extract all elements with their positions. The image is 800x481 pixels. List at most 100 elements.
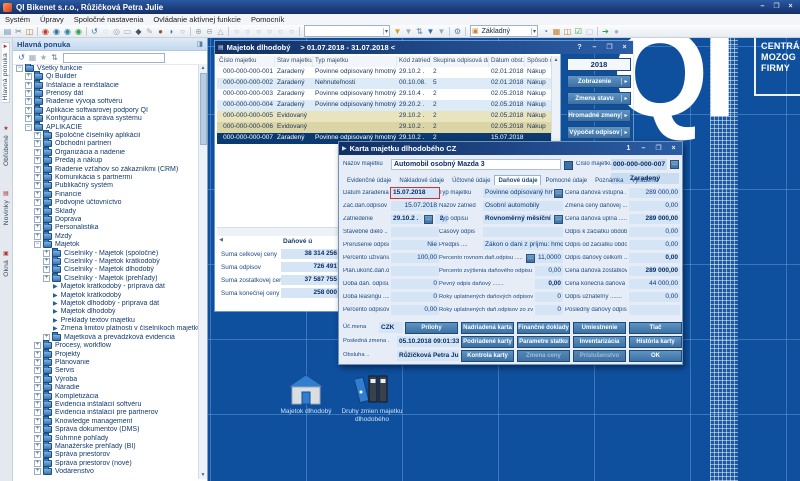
field-value[interactable] [391,266,439,276]
field-value[interactable]: 289 000,00 [629,188,680,198]
field-value[interactable]: 15.07.2018 [391,188,439,198]
blank-icon[interactable]: ▢ [584,26,595,37]
card-button-kontrola-karty[interactable]: Kontrola karty [461,350,514,362]
field-value[interactable]: 0 [391,292,439,302]
scroll-up-icon[interactable]: ▲ [552,56,560,64]
expand-icon[interactable]: + [34,401,41,408]
action-button-zobrazenie[interactable]: Zobrazenie▸ [567,75,631,88]
tree-item-vodarenstvo[interactable]: +Vodárenstvo [13,468,199,476]
field-value[interactable]: 0 [535,305,563,315]
record6-icon[interactable]: ○ [286,26,297,37]
menu-upravy[interactable]: Úpravy [35,15,69,24]
tree-item-majetok-dlhodoby-priprava-dat[interactable]: ▶Majetok dlhodobý - príprava dát [13,299,199,307]
expand-icon[interactable]: + [34,191,41,198]
field-value[interactable]: 289 000,00 [629,214,680,224]
ellipsis-button[interactable]: … [554,215,563,224]
expand-icon[interactable]: + [25,90,32,97]
tree-item-majetok-dlhodoby[interactable]: ▶Majetok dlhodobý [13,308,199,316]
sidebar-tab-oblubene[interactable]: ★Obľúbené [3,125,10,168]
field-value[interactable]: 0,00 [629,201,680,211]
sphere-icon[interactable]: ● [611,26,622,37]
action-button-zmena-stavu[interactable]: Zmena stavu▸ [567,92,631,105]
color-tag-icon[interactable] [564,161,573,170]
tree-item-podvojne-uctovnictvo[interactable]: +Podvojné účtovníctvo [13,199,199,207]
scroll-down-icon[interactable]: ▼ [199,471,207,479]
expand-icon[interactable]: + [34,460,41,467]
mail-icon[interactable]: ◫ [562,26,573,37]
tree-item-ciselniky-majetok-prehlady[interactable]: +Číselníky - Majetok (prehľady) [13,274,199,282]
expand-icon[interactable]: + [34,359,41,366]
collapse-icon[interactable]: − [25,124,32,131]
scrollbar-thumb[interactable] [200,73,207,145]
card-tab-uctovne-udaje[interactable]: Účtovné údaje [448,175,494,185]
field-value[interactable]: 0,00 [629,292,680,302]
table-row[interactable]: 000-000-000-003ZaradenýPovinne odpisovan… [217,89,553,100]
field-value[interactable]: 0,00 [629,227,680,237]
profile-combo[interactable]: ▣Základný▾ [470,25,538,37]
card-tab-evidencne-udaje[interactable]: Evidenčné údaje [343,175,395,185]
expand-icon[interactable]: + [34,233,41,240]
tree-item-sklady[interactable]: +Sklady [13,207,199,215]
field-value[interactable] [629,305,680,315]
sidebar-tab-okna[interactable]: ▣Okná [3,250,10,279]
gear-icon[interactable]: ⚙ [452,26,463,37]
tree-item-sprava-priestorov-nove[interactable]: +Správa priestorov (nové) [13,459,199,467]
tree-item-sprava-priestorov[interactable]: +Správa priestorov [13,451,199,459]
dropdown-arrow-icon[interactable]: ▾ [383,28,389,35]
expand-icon[interactable]: + [34,174,41,181]
tree-item-majetok-kratkodoby[interactable]: ▶Majetok krátkodobý [13,291,199,299]
send-icon[interactable]: ➔ [600,26,611,37]
copy-icon[interactable]: ◫ [24,26,35,37]
record1-icon[interactable]: ○ [231,26,242,37]
window-icon[interactable]: ▭ [122,26,133,37]
expand-icon[interactable]: + [34,468,41,475]
sidebar-tab-hlavna-ponuka[interactable]: ►Hlavná ponuka [2,42,10,103]
desktop-icon-majetok-dlhodoby[interactable]: Majetok dlhodobý [270,374,342,416]
tree-item-preklady-textov-majetku[interactable]: ▶Preklady textov majetku [13,316,199,324]
scroll-up-icon[interactable]: ▲ [199,64,207,72]
expand-icon[interactable]: + [34,435,41,442]
field-value[interactable]: 0 [391,279,439,289]
refresh-icon[interactable]: ↺ [89,26,100,37]
quick-search-combo[interactable]: ▾ [304,25,390,37]
favorites-icon[interactable]: ★ [38,52,49,63]
tree-item-ciselniky-majetok-kratkodoby[interactable]: +Číselníky - Majetok krátkodobý [13,257,199,265]
expand-icon[interactable]: + [34,384,41,391]
expand-icon[interactable]: + [34,367,41,374]
column-header-skupina-odpisova-danova[interactable]: Skupina odpisová daňová [431,56,489,67]
tree-item-ciselniky-majetok-dlhodoby[interactable]: +Číselníky - Majetok dlhodobý [13,266,199,274]
triangle-icon[interactable]: △ [215,26,226,37]
field-value[interactable] [391,227,439,237]
circle-icon[interactable]: ◌ [100,26,111,37]
tree-item-aplikacie[interactable]: −APLIKÁCIE [13,123,199,131]
field-value[interactable]: Rovnoměrný měsíční [483,214,553,224]
sidebar-tab-novinky[interactable]: ▤Novinky [3,190,10,227]
field-value[interactable]: 44 000,00 [629,279,680,289]
tree-item-financie[interactable]: +Financie [13,190,199,198]
table-row[interactable]: 000-000-000-005Evidovaný29.10.2 .202.05.… [217,111,553,122]
card-tab-danove-udaje[interactable]: Daňové údaje [494,175,541,185]
column-header-kod-zatried[interactable]: Kód zatried... [397,56,431,67]
card-tab-pomocne-udaje[interactable]: Pomocné údaje [541,175,591,185]
card-button-parametre-statku[interactable]: Parametre statku [517,336,570,348]
field-value[interactable]: 0,00 [391,305,439,315]
expand-icon[interactable]: + [25,107,32,114]
card-button-financne-doklady[interactable]: Finančné doklady [517,322,570,334]
tree-item-manazerske-prehlady-bi[interactable]: +Manažérske prehľady (BI) [13,442,199,450]
field-value[interactable]: Nie [391,240,439,250]
table-row[interactable]: 000-000-000-001ZaradenýPovinne odpisovan… [217,67,553,78]
nav-teal-globe-icon[interactable]: ◉ [62,26,73,37]
paste-icon[interactable]: ▤ [2,26,13,37]
table-row[interactable]: 000-000-000-004ZaradenýPovinne odpisovan… [217,100,553,111]
expand-icon[interactable]: + [34,224,41,231]
remove-icon[interactable]: ⊖ [204,26,215,37]
tree-item-majetok-kratkodoby-priprava-dat[interactable]: ▶Majetok krátkodobý - príprava dát [13,283,199,291]
field-value[interactable]: 289 000,00 [629,266,680,276]
tree-item-mzdy[interactable]: +Mzdy [13,232,199,240]
refresh-icon[interactable]: ↺ [16,52,27,63]
tree-item-majetkova-a-prevadzkova-evidencia[interactable]: +Majetková a prevádzková evidencia [13,333,199,341]
record4-icon[interactable]: ○ [264,26,275,37]
field-value[interactable]: 29.10.2 . [391,214,423,224]
expand-icon[interactable]: + [43,258,50,265]
ellipsis-button[interactable]: … [424,215,433,224]
